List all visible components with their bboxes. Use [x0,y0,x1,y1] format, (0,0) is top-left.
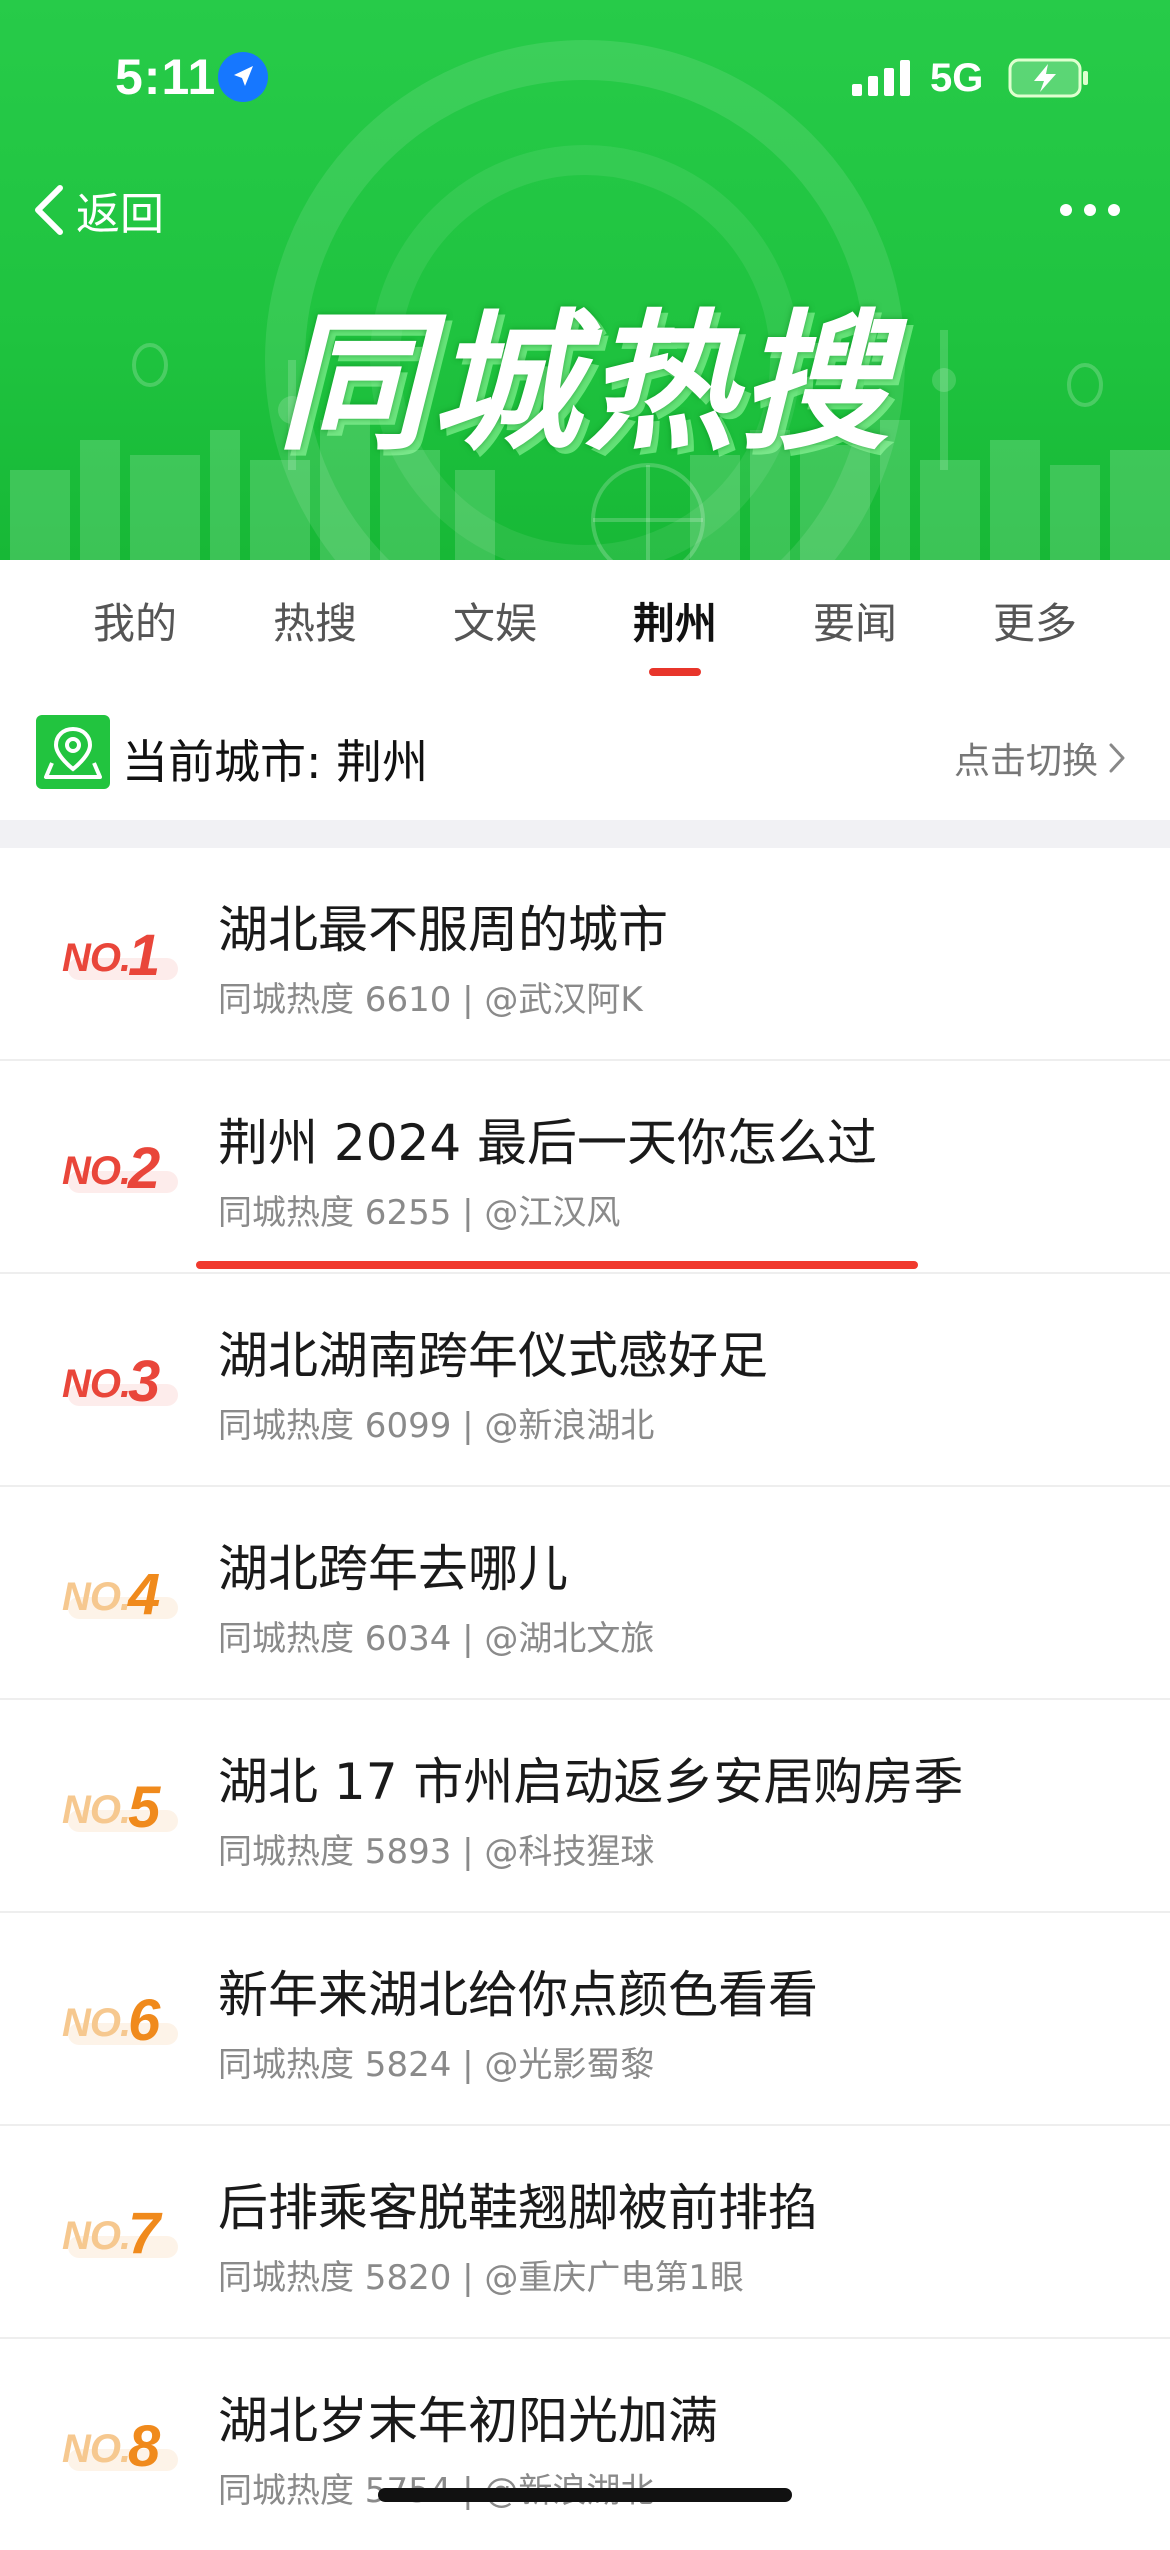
tab-entertainment[interactable]: 文娱 [425,590,565,651]
item-meta: 同城热度 6610 | @武汉阿K [218,980,643,1020]
item-meta: 同城热度 5824 | @光影蜀黎 [218,2045,655,2085]
rank-badge: NO. 5 [62,1774,182,1844]
more-options-button[interactable] [1050,170,1130,250]
current-city-row: 当前城市: 荆州 点击切换 [0,690,1170,820]
list-item[interactable]: NO. 4 湖北跨年去哪儿 同城热度 6034 | @湖北文旅 [0,1487,1170,1700]
location-pin-icon [36,715,110,789]
list-item[interactable]: NO. 2 荆州 2024 最后一天你怎么过 同城热度 6255 | @江汉风 [0,1061,1170,1274]
chevron-left-icon [35,185,63,235]
item-title: 湖北岁末年初阳光加满 [218,2392,718,2450]
list-item[interactable]: NO. 7 后排乘客脱鞋翘脚被前排掐 同城热度 5820 | @重庆广电第1眼 [0,2126,1170,2339]
item-title: 湖北最不服周的城市 [218,901,668,959]
rank-badge: NO. 6 [62,1987,182,2057]
status-bar: 5:11 5G [0,0,1170,150]
back-button[interactable]: 返回 [30,170,164,250]
category-tabs: 我的 热搜 文娱 荆州 要闻 更多 [0,560,1170,690]
highlight-underline [196,1261,918,1269]
item-meta: 同城热度 5893 | @科技猩球 [218,1832,655,1872]
rank-prefix: NO. [62,2001,131,2045]
location-arrow-icon [218,52,268,102]
rank-badge: NO. 1 [62,922,182,992]
tab-hot-search[interactable]: 热搜 [245,590,385,651]
rank-badge: NO. 2 [62,1135,182,1205]
list-item[interactable]: NO. 3 湖北湖南跨年仪式感好足 同城热度 6099 | @新浪湖北 [0,1274,1170,1487]
list-item[interactable]: NO. 5 湖北 17 市州启动返乡安居购房季 同城热度 5893 | @科技猩… [0,1700,1170,1913]
rank-number: 2 [128,1136,161,1201]
item-title: 湖北湖南跨年仪式感好足 [218,1327,768,1385]
rank-prefix: NO. [62,1788,131,1832]
status-time: 5:11 [115,49,217,105]
chevron-right-icon [1109,743,1125,773]
tab-jingzhou[interactable]: 荆州 [605,590,745,651]
more-dots-icon [1060,204,1072,216]
list-item[interactable]: NO. 8 湖北岁末年初阳光加满 同城热度 5754 | @新浪湖北 [0,2339,1170,2550]
rank-prefix: NO. [62,2214,131,2258]
network-type-label: 5G [930,56,984,100]
current-city-label: 当前城市: 荆州 [122,735,429,789]
item-meta: 同城热度 6034 | @湖北文旅 [218,1619,655,1659]
item-title: 新年来湖北给你点颜色看看 [218,1966,818,2024]
rank-prefix: NO. [62,1575,131,1619]
active-tab-indicator [649,668,701,676]
switch-city-button[interactable]: 点击切换 [954,732,1126,784]
rank-badge: NO. 7 [62,2200,182,2270]
item-meta: 同城热度 6099 | @新浪湖北 [218,1406,655,1446]
rank-prefix: NO. [62,1362,131,1406]
tab-mine[interactable]: 我的 [65,590,205,651]
list-item[interactable]: NO. 1 湖北最不服周的城市 同城热度 6610 | @武汉阿K [0,848,1170,1061]
tab-headlines[interactable]: 要闻 [785,590,925,651]
cellular-signal-icon [852,60,910,96]
header-banner: 5:11 5G 返回 同城热搜 [0,0,1170,560]
hot-search-list: NO. 1 湖北最不服周的城市 同城热度 6610 | @武汉阿K NO. 2 … [0,848,1170,2550]
navigation-bar: 返回 [0,170,1170,250]
back-label: 返回 [76,189,164,240]
item-title: 湖北跨年去哪儿 [218,1540,568,1598]
rank-badge: NO. 4 [62,1561,182,1631]
rank-badge: NO. 8 [62,2413,182,2483]
rank-prefix: NO. [62,2427,131,2471]
item-title: 后排乘客脱鞋翘脚被前排掐 [218,2179,818,2237]
rank-number: 7 [128,2201,161,2266]
section-divider [0,820,1170,848]
rank-number: 3 [128,1349,161,1414]
list-item[interactable]: NO. 6 新年来湖北给你点颜色看看 同城热度 5824 | @光影蜀黎 [0,1913,1170,2126]
rank-number: 1 [128,923,161,988]
banner-title: 同城热搜 [276,297,893,471]
rank-prefix: NO. [62,936,131,980]
item-meta: 同城热度 5820 | @重庆广电第1眼 [218,2258,745,2298]
item-title: 荆州 2024 最后一天你怎么过 [218,1114,878,1172]
rank-number: 6 [128,1988,161,2053]
home-indicator [378,2488,792,2502]
battery-charging-icon [1008,58,1088,98]
tab-more[interactable]: 更多 [965,590,1105,651]
rank-number: 8 [128,2414,161,2479]
item-meta: 同城热度 6255 | @江汉风 [218,1193,621,1233]
switch-city-label: 点击切换 [953,741,1098,782]
rank-badge: NO. 3 [62,1348,182,1418]
rank-prefix: NO. [62,1149,131,1193]
item-title: 湖北 17 市州启动返乡安居购房季 [218,1753,964,1811]
rank-number: 5 [128,1775,161,1840]
rank-number: 4 [128,1562,161,1627]
